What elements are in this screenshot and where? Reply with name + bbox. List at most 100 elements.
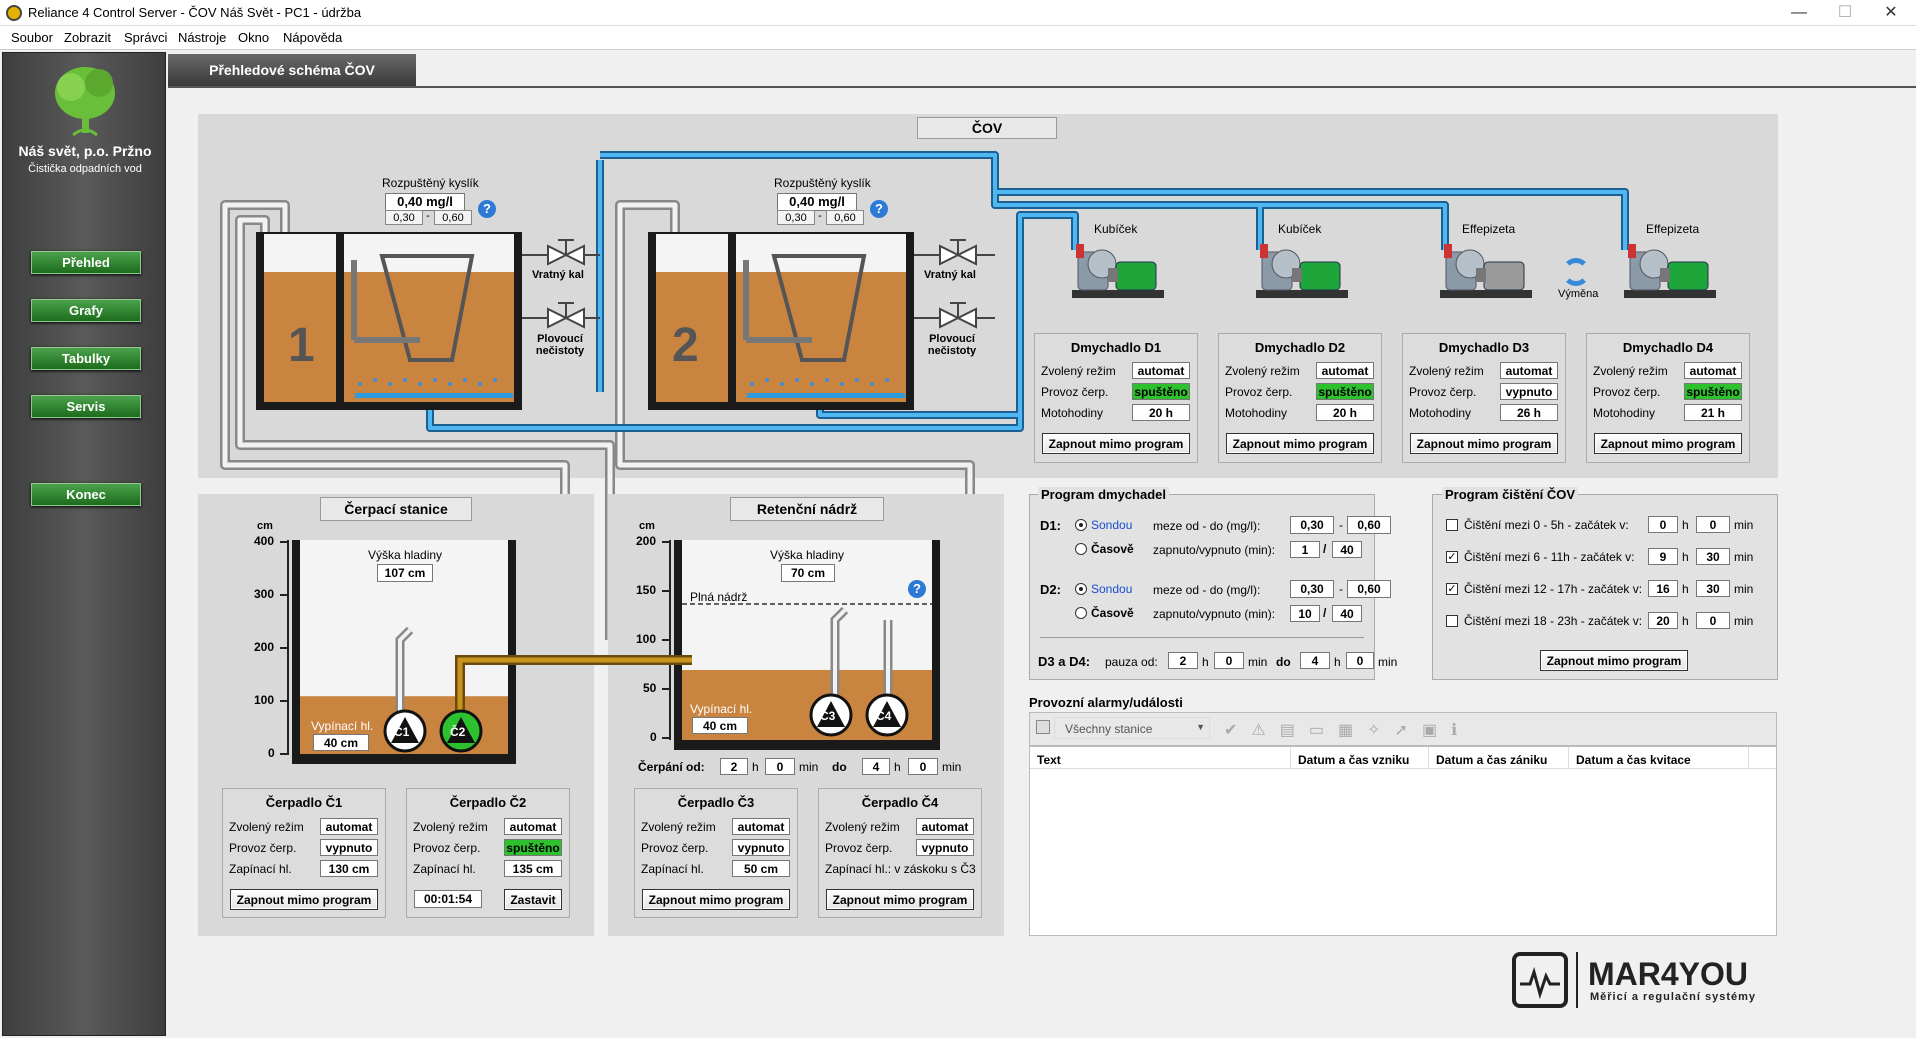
d2-off-min[interactable]: 40: [1332, 605, 1362, 622]
d3d4-to-min[interactable]: 0: [1346, 652, 1374, 669]
d3d4-from-min[interactable]: 0: [1214, 652, 1244, 669]
pump-c1-label[interactable]: Č1: [394, 725, 409, 739]
pump-run-button-3[interactable]: Zapnout mimo program: [642, 889, 790, 910]
d2-range-label: meze od - do (mg/l):: [1153, 583, 1261, 597]
cleaning-min-1[interactable]: 0: [1696, 516, 1730, 533]
pump-title-1: Čerpadlo Č1: [265, 795, 343, 810]
pump-mode-2[interactable]: automat: [504, 818, 562, 835]
print-icon[interactable]: ▣: [1422, 722, 1451, 739]
col-text[interactable]: Text: [1037, 753, 1061, 767]
d2-probe-radio[interactable]: [1075, 583, 1087, 595]
export-icon[interactable]: ➚: [1395, 722, 1422, 739]
pump-start-level-1[interactable]: 130 cm: [320, 860, 378, 877]
alarm-toolbar-icons: ✔⚠▤▭▦✧➚▣ℹ: [1224, 720, 1471, 740]
pump-start-level-label-1: Zapínací hl.: [229, 862, 292, 876]
ps-tick-300: 300: [254, 587, 275, 601]
d1-probe-label[interactable]: Sondou: [1091, 518, 1132, 532]
cleaning-hour-2[interactable]: 9: [1648, 548, 1678, 565]
d3d4-to-min-unit: min: [1378, 655, 1398, 669]
d3d4-label: D3 a D4:: [1038, 654, 1091, 669]
station-filter-select[interactable]: Všechny stanice ▼: [1054, 717, 1210, 739]
pump-c4-label[interactable]: Č4: [876, 709, 891, 723]
cleaning-min-3[interactable]: 30: [1696, 580, 1730, 597]
d1-range-from[interactable]: 0,30: [1290, 516, 1334, 534]
calendar-icon[interactable]: ▦: [1338, 722, 1367, 739]
alarms-table[interactable]: Text Datum a čas vzniku Datum a čas záni…: [1029, 746, 1777, 936]
d1-time-label[interactable]: Časově: [1091, 542, 1134, 556]
station-icon: [1036, 720, 1050, 734]
pump-mode-1[interactable]: automat: [320, 818, 378, 835]
pump-mode-3[interactable]: automat: [732, 818, 790, 835]
cleaning-checkbox-1[interactable]: [1446, 519, 1458, 531]
d2-label: D2:: [1040, 582, 1061, 597]
pump-mode-4[interactable]: automat: [916, 818, 974, 835]
pump-stop-button-2[interactable]: Zastavit: [504, 889, 562, 910]
rt-from-hour[interactable]: 2: [720, 758, 748, 775]
cleaning-h-unit-2: h: [1682, 550, 1689, 564]
pump-state-2: spuštěno: [504, 839, 562, 856]
d1-range-to[interactable]: 0,60: [1347, 516, 1391, 534]
rt-tick-100: 100: [636, 632, 657, 646]
cleaning-label-4: Čištění mezi 18 - 23h - začátek v:: [1464, 614, 1643, 628]
pump-state-label-2: Provoz čerp.: [413, 841, 481, 855]
rt-from-min[interactable]: 0: [765, 758, 795, 775]
d1-off-min[interactable]: 40: [1332, 541, 1362, 558]
d2-range-to[interactable]: 0,60: [1347, 580, 1391, 598]
info-icon[interactable]: ℹ: [1451, 722, 1471, 739]
cleaning-min-unit-2: min: [1734, 550, 1754, 564]
brand-divider: [1576, 952, 1578, 1008]
d3d4-to-hour[interactable]: 4: [1300, 652, 1330, 669]
cleaning-checkbox-4[interactable]: [1446, 615, 1458, 627]
ps-level-label: Výška hladiny: [368, 548, 443, 562]
pump-timer-2: 00:01:54: [414, 890, 482, 908]
cleaning-hour-4[interactable]: 20: [1648, 612, 1678, 629]
pump-c3-label[interactable]: Č3: [820, 709, 835, 723]
pump-start-level-3[interactable]: 50 cm: [732, 860, 790, 877]
d1-on-min[interactable]: 1: [1290, 541, 1320, 558]
rt-from-h-unit: h: [752, 760, 759, 774]
d2-time-label[interactable]: Časově: [1091, 606, 1134, 620]
col-divider: [1748, 747, 1749, 769]
d2-range-from[interactable]: 0,30: [1290, 580, 1334, 598]
cleaning-min-2[interactable]: 30: [1696, 548, 1730, 565]
cleaning-min-4[interactable]: 0: [1696, 612, 1730, 629]
pump-start-level-label-4: Zapínací hl.: v záskoku s Č3: [825, 862, 976, 876]
rt-help-icon[interactable]: ?: [908, 580, 926, 598]
cleaning-checkbox-3[interactable]: ✓: [1446, 583, 1458, 595]
rt-to-min[interactable]: 0: [908, 758, 938, 775]
pump-run-button-1[interactable]: Zapnout mimo program: [230, 889, 378, 910]
cleaning-checkbox-2[interactable]: ✓: [1446, 551, 1458, 563]
comment-icon[interactable]: ▭: [1309, 722, 1338, 739]
acknowledge-all-icon[interactable]: ⚠: [1251, 722, 1279, 739]
d3d4-from-hour[interactable]: 2: [1168, 652, 1198, 669]
bulb-icon[interactable]: ✧: [1367, 722, 1394, 739]
pump-run-button-4[interactable]: Zapnout mimo program: [826, 889, 974, 910]
pump-start-level-2[interactable]: 135 cm: [504, 860, 562, 877]
acknowledge-icon[interactable]: ✔: [1224, 722, 1251, 739]
col-created[interactable]: Datum a čas vzniku: [1298, 753, 1409, 767]
cleaning-run-button[interactable]: Zapnout mimo program: [1540, 650, 1688, 671]
cleaning-hour-3[interactable]: 16: [1648, 580, 1678, 597]
d1-probe-radio[interactable]: [1075, 519, 1087, 531]
station-filter-value: Všechny stanice: [1065, 722, 1153, 736]
pulse-icon: [1520, 966, 1560, 1000]
ps-tick-100: 100: [254, 693, 275, 707]
d2-time-radio[interactable]: [1075, 607, 1087, 619]
col-ended[interactable]: Datum a čas zániku: [1436, 753, 1547, 767]
pump-start-level-label-2: Zapínací hl.: [413, 862, 476, 876]
rt-level-label: Výška hladiny: [770, 548, 845, 562]
ps-tick-400: 400: [254, 534, 275, 548]
d2-probe-label[interactable]: Sondou: [1091, 582, 1132, 596]
rt-to-hour[interactable]: 4: [862, 758, 890, 775]
rt-to-label: do: [832, 760, 847, 774]
d1-time-radio[interactable]: [1075, 543, 1087, 555]
d2-on-min[interactable]: 10: [1290, 605, 1320, 622]
col-acknowledged[interactable]: Datum a čas kvitace: [1576, 753, 1691, 767]
pump-c2-label[interactable]: Č2: [450, 725, 465, 739]
cleaning-hour-1[interactable]: 0: [1648, 516, 1678, 533]
pump-start-level-label-3: Zapínací hl.: [641, 862, 704, 876]
mar4you-logo-icon: [1512, 952, 1568, 1008]
pump-state-label-4: Provoz čerp.: [825, 841, 893, 855]
col-divider: [1428, 747, 1429, 769]
copy-icon[interactable]: ▤: [1280, 722, 1309, 739]
